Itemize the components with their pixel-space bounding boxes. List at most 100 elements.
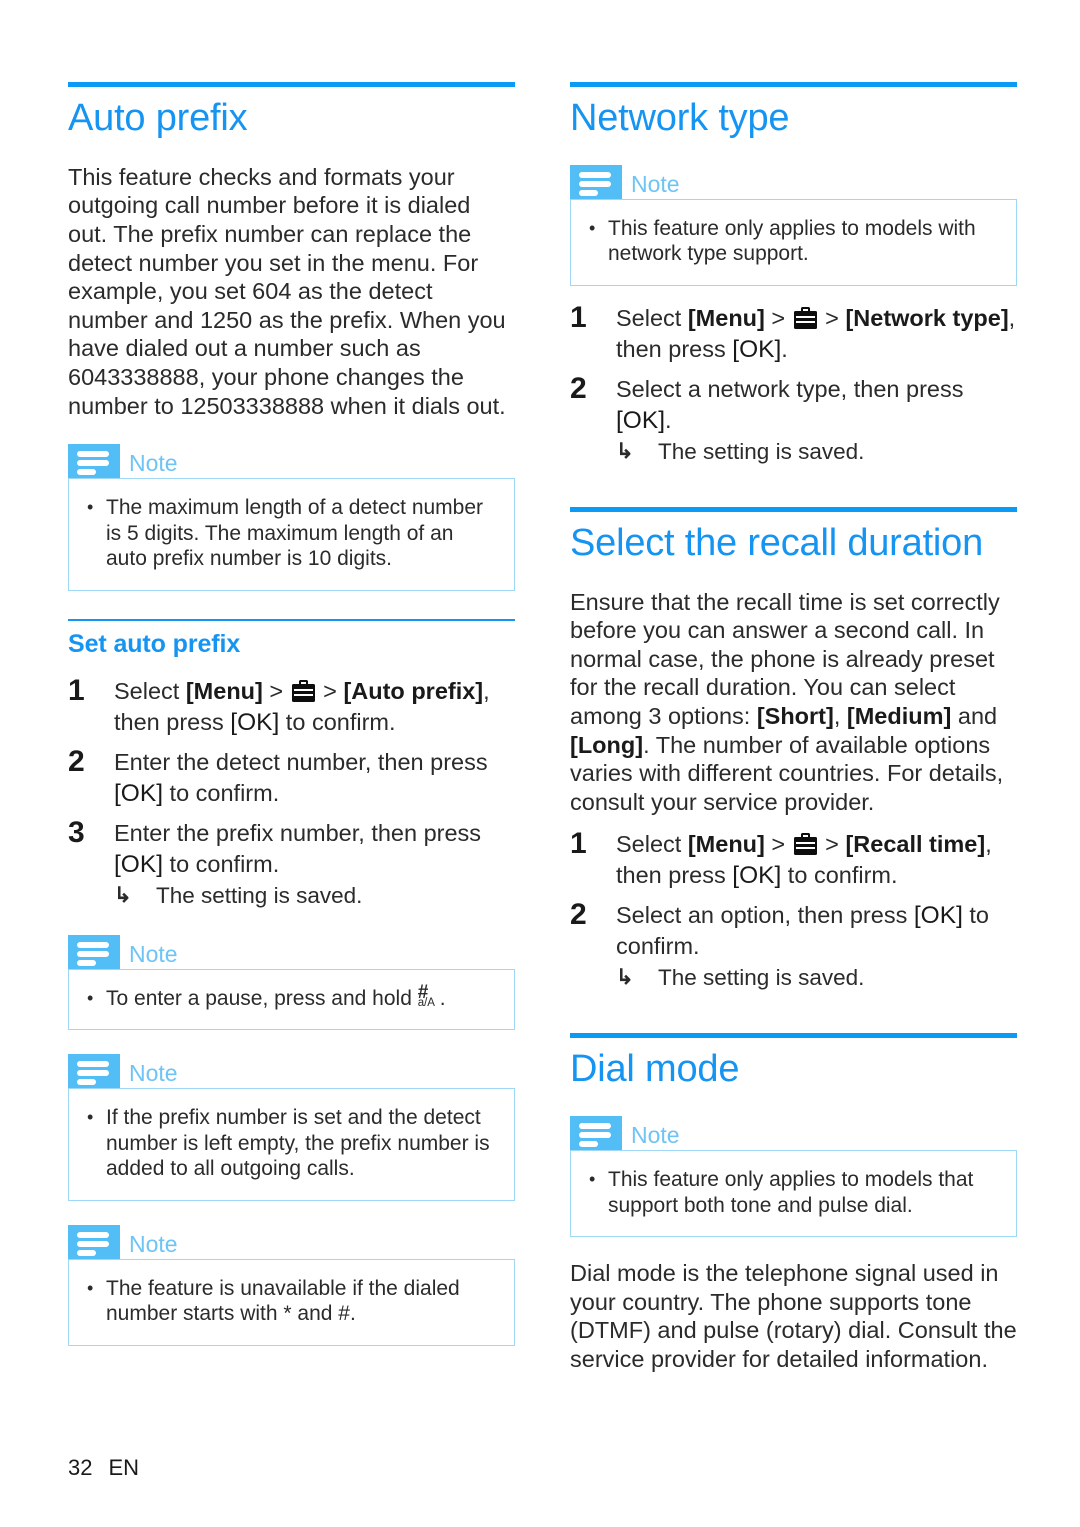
step-number: 1 — [570, 300, 587, 334]
step-number: 1 — [68, 673, 85, 707]
ok-key-term: [OK] — [616, 406, 666, 434]
subsection-set-auto-prefix-heading: Set auto prefix — [68, 618, 515, 659]
ui-term: [Long] — [570, 731, 644, 758]
note-item-text: The feature is unavailable if the dialed… — [106, 1276, 460, 1326]
note-list-item: • The feature is unavailable if the dial… — [87, 1276, 496, 1327]
result-arrow-icon: ↳ — [114, 883, 132, 907]
steps-recall-duration: 1 Select [Menu] > > [Recall time], then p… — [570, 826, 1017, 993]
step-number: 2 — [570, 371, 587, 405]
ok-key-term: [OK] — [114, 779, 164, 807]
step-text: Enter the prefix number, then press [OK]… — [114, 819, 482, 878]
section-dial-mode-heading: Dial mode — [570, 1033, 1017, 1092]
note-header: Note — [570, 164, 1017, 199]
step-number: 1 — [570, 827, 587, 861]
ok-key-term: [OK] — [732, 335, 782, 363]
page-title: Auto prefix — [68, 97, 248, 139]
step-number: 2 — [570, 898, 587, 932]
ok-key-term: [OK] — [114, 850, 164, 878]
note-box-unavailable-star-hash: Note • The feature is unavailable if the… — [68, 1224, 515, 1346]
note-list-item: • This feature only applies to models th… — [589, 1167, 998, 1218]
result-text: The setting is saved. — [658, 965, 865, 991]
note-body: • The feature is unavailable if the dial… — [68, 1258, 515, 1346]
note-list-item: • The maximum length of a detect number … — [87, 495, 496, 572]
ok-key-term: [OK] — [732, 862, 782, 890]
case-toggle-label: a/A — [417, 996, 435, 1009]
result-text: The setting is saved. — [658, 438, 865, 464]
two-column-layout: Auto prefix This feature checks and form… — [68, 82, 1024, 1374]
ui-term: [Recall time] — [845, 831, 986, 858]
dial-mode-body-paragraph: Dial mode is the telephone signal used i… — [570, 1260, 1017, 1373]
note-item-text: This feature only applies to models with… — [608, 216, 976, 266]
briefcase-icon — [793, 306, 817, 329]
note-list-item: • To enter a pause, press and hold # a/A. — [87, 983, 496, 1012]
subsection-title: Set auto prefix — [68, 629, 241, 658]
note-header: Note — [68, 1224, 515, 1259]
step-item: 2 Select a network type, then press [OK]. — [570, 371, 1017, 436]
auto-prefix-intro-paragraph: This feature checks and formats your out… — [68, 163, 506, 419]
section-recall-duration-heading: Select the recall duration — [570, 506, 1017, 566]
steps-set-auto-prefix: 1 Select [Menu] > > [Auto prefix], then p… — [68, 673, 515, 911]
result-arrow-icon: ↳ — [616, 966, 634, 990]
step-number: 3 — [68, 815, 85, 849]
note-item-suffix: . — [439, 986, 446, 1010]
note-icon — [68, 1054, 120, 1089]
steps-network-type: 1 Select [Menu] > > [Network type], then … — [570, 300, 1017, 467]
note-icon — [68, 1224, 120, 1259]
section-network-type-heading: Network type — [570, 82, 1017, 141]
bullet-icon: • — [589, 217, 596, 238]
step-item: 1 Select [Menu] > > [Auto prefix], then p… — [68, 673, 515, 738]
ok-key-term: [OK] — [230, 708, 280, 736]
page-footer: 32 EN — [68, 1455, 139, 1481]
recall-duration-intro-paragraph: Ensure that the recall time is set corre… — [570, 588, 1004, 815]
note-header: Note — [68, 444, 515, 479]
step-result: ↳ The setting is saved. — [570, 963, 1017, 993]
step-item: 1 Select [Menu] > > [Network type], then … — [570, 300, 1017, 365]
note-icon — [570, 164, 622, 199]
ui-term: [Network type] — [845, 304, 1009, 331]
note-label: Note — [631, 1122, 680, 1149]
ui-term: [Menu] — [687, 304, 765, 331]
step-text: Select an option, then press [OK] to con… — [616, 902, 990, 960]
ui-term: [Menu] — [185, 677, 263, 704]
note-item-text: If the prefix number is set and the dete… — [106, 1106, 490, 1181]
bullet-icon: • — [87, 1277, 94, 1298]
ok-key-term: [OK] — [913, 902, 963, 930]
step-text: Select [Menu] > > [Network type], then p… — [616, 304, 1016, 363]
section-title-recall-duration: Select the recall duration — [570, 521, 984, 564]
heading-rule — [570, 1033, 1017, 1039]
step-text: Enter the detect number, then press [OK]… — [114, 748, 488, 807]
note-list-item: • This feature only applies to models wi… — [589, 216, 998, 267]
step-item: 1 Select [Menu] > > [Recall time], then p… — [570, 826, 1017, 891]
section-title-dial-mode: Dial mode — [570, 1048, 740, 1091]
note-item-prefix: To enter a pause, press and hold — [106, 986, 418, 1010]
ui-term: [Auto prefix] — [343, 677, 484, 704]
note-list-item: • If the prefix number is set and the de… — [87, 1105, 496, 1182]
section-auto-prefix-heading: Auto prefix — [68, 82, 515, 141]
page-number: 32 — [68, 1455, 93, 1480]
step-text: Select [Menu] > > [Auto prefix], then pr… — [114, 677, 490, 736]
bullet-icon: • — [87, 497, 94, 518]
note-box-max-length: Note • The maximum length of a detect nu… — [68, 444, 515, 591]
ui-term: [Medium] — [846, 703, 952, 730]
note-body: • The maximum length of a detect number … — [68, 478, 515, 591]
note-label: Note — [129, 1060, 178, 1087]
note-item-text: This feature only applies to models that… — [608, 1168, 974, 1217]
note-item-text: The maximum length of a detect number is… — [106, 496, 484, 571]
right-column: Network type Note • This feature only ap… — [570, 82, 1017, 1374]
step-number: 2 — [68, 744, 85, 778]
step-result: ↳ The setting is saved. — [570, 437, 1017, 467]
ui-term: [Short] — [756, 703, 834, 730]
bullet-icon: • — [87, 1107, 94, 1128]
briefcase-icon — [793, 833, 817, 856]
note-header: Note — [68, 1054, 515, 1089]
step-text: Select a network type, then press [OK]. — [616, 375, 964, 434]
bullet-icon: • — [87, 987, 94, 1008]
note-item-text: To enter a pause, press and hold # a/A. — [106, 983, 496, 1012]
result-text: The setting is saved. — [156, 882, 363, 908]
step-item: 3 Enter the prefix number, then press [OK… — [68, 815, 515, 880]
heading-rule — [570, 506, 1017, 512]
note-label: Note — [631, 170, 680, 197]
step-item: 2 Enter the detect number, then press [OK… — [68, 744, 515, 809]
note-header: Note — [570, 1116, 1017, 1151]
step-item: 2 Select an option, then press [OK] to co… — [570, 897, 1017, 962]
